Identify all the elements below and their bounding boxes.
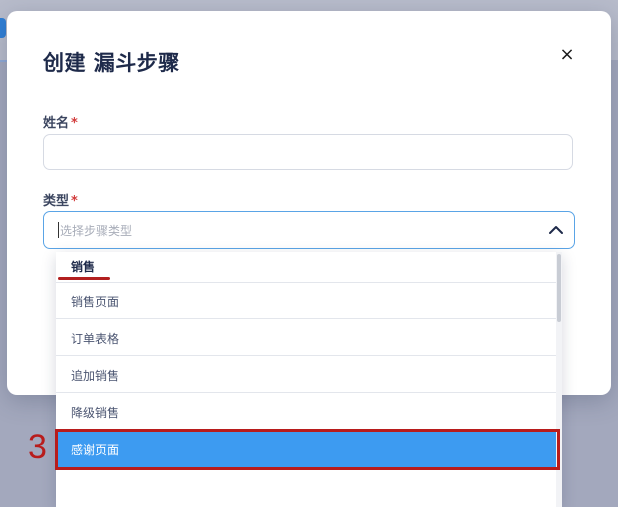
annotation-highlight-box bbox=[55, 429, 560, 470]
type-label-text: 类型 bbox=[43, 194, 70, 209]
background-tab-icon bbox=[0, 18, 6, 38]
required-mark: * bbox=[71, 194, 78, 209]
option-label: 销售页面 bbox=[71, 295, 120, 309]
name-field-label: 姓名 * bbox=[43, 112, 78, 131]
text-cursor bbox=[58, 222, 59, 238]
type-field-label: 类型 * bbox=[43, 190, 78, 209]
required-mark: * bbox=[71, 116, 78, 131]
option-label: 订单表格 bbox=[71, 332, 120, 346]
group-header-sales: 销售 bbox=[56, 252, 556, 283]
annotation-underline bbox=[58, 277, 110, 280]
annotation-step-number: 3 bbox=[28, 428, 47, 466]
option-downsell[interactable]: 降级销售 bbox=[56, 394, 556, 430]
scrollbar-thumb[interactable] bbox=[557, 254, 561, 322]
step-type-select[interactable]: 选择步骤类型 bbox=[43, 211, 575, 249]
step-type-placeholder: 选择步骤类型 bbox=[60, 224, 133, 238]
name-input[interactable] bbox=[43, 134, 573, 170]
name-label-text: 姓名 bbox=[43, 116, 70, 131]
modal-title: 创建 漏斗步骤 bbox=[43, 51, 180, 75]
option-order-form[interactable]: 订单表格 bbox=[56, 320, 556, 356]
option-upsell[interactable]: 追加销售 bbox=[56, 357, 556, 393]
option-label: 追加销售 bbox=[71, 369, 120, 383]
group-label: 销售 bbox=[71, 260, 96, 274]
close-button[interactable]: × bbox=[557, 45, 577, 65]
option-sales-page[interactable]: 销售页面 bbox=[56, 283, 556, 319]
option-label: 降级销售 bbox=[71, 406, 120, 420]
chevron-up-icon[interactable] bbox=[548, 222, 564, 238]
